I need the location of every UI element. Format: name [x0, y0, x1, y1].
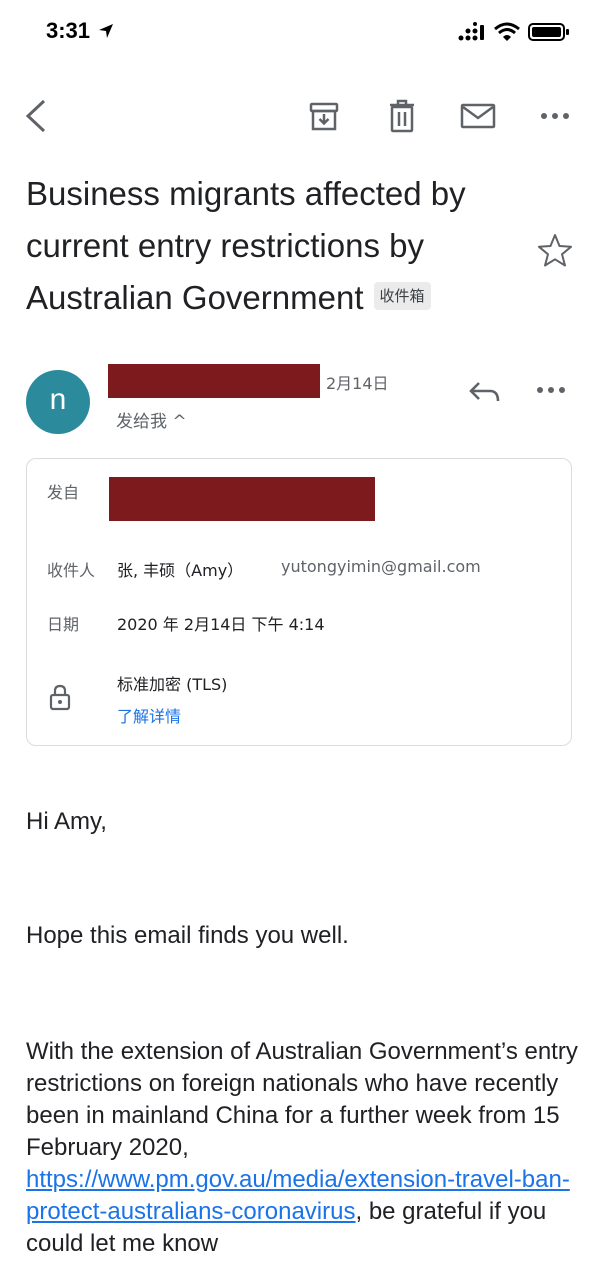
inbox-label-badge[interactable]: 收件箱 [373, 282, 431, 311]
learn-more-link[interactable]: 了解详情 [117, 703, 181, 727]
signal-icon [458, 22, 484, 41]
body-paragraph: With the extension of Australian Governm… [26, 1036, 586, 1260]
to-email: yutongyimin@gmail.com [281, 557, 481, 576]
location-arrow-icon [99, 24, 114, 38]
from-label: 发自 [47, 483, 80, 502]
wifi-icon [494, 22, 520, 41]
reply-icon [469, 382, 500, 402]
body-paragraph-text: With the extension of Australian Governm… [26, 1038, 578, 1161]
archive-icon [309, 102, 339, 131]
more-button[interactable] [533, 94, 577, 138]
status-bar: 3:31 [0, 0, 600, 64]
from-address-redacted [109, 477, 375, 521]
lock-icon [49, 684, 71, 711]
back-button[interactable] [14, 94, 58, 138]
body-line-1: Hope this email finds you well. [26, 922, 349, 949]
delete-icon [390, 99, 414, 133]
date-value: 2020 年 2月14日 下午 4:14 [117, 615, 325, 634]
to-name: 张, 丰硕（Amy） [117, 561, 244, 580]
email-details-card: 发自 收件人 张, 丰硕（Amy） yutongyimin@gmail.com … [26, 458, 572, 746]
archive-button[interactable] [302, 94, 346, 138]
back-icon [25, 99, 46, 133]
date-label: 日期 [47, 615, 80, 634]
status-time: 3:31 [46, 18, 114, 44]
delete-button[interactable] [380, 94, 424, 138]
star-icon[interactable] [536, 232, 574, 270]
reply-button[interactable] [466, 372, 506, 412]
email-subject: Business migrants affected by current en… [26, 168, 526, 324]
email-date: 2月14日 [326, 374, 389, 393]
body-greeting: Hi Amy, [26, 808, 107, 835]
recipient-toggle[interactable]: 发给我 ^ [116, 407, 187, 432]
avatar[interactable]: n [26, 370, 90, 434]
mark-unread-icon [460, 103, 496, 129]
more-icon [541, 113, 569, 119]
mark-unread-button[interactable] [456, 94, 500, 138]
message-more-button[interactable] [536, 372, 576, 412]
toolbar [0, 84, 600, 148]
to-label: 收件人 [47, 561, 96, 580]
battery-icon [528, 23, 569, 41]
sender-name-redacted [108, 364, 320, 398]
encryption-status: 标准加密 (TLS) [117, 675, 228, 694]
more-icon [537, 387, 565, 393]
